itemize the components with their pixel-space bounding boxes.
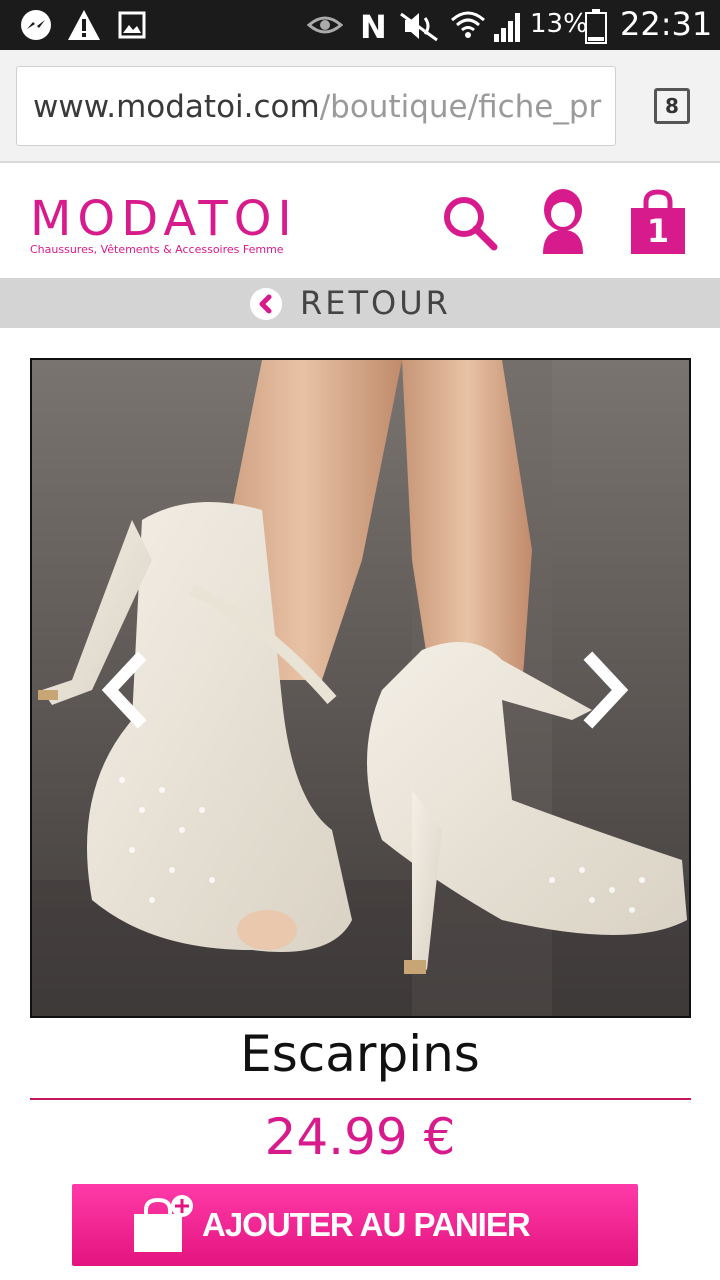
clock: 22:31: [620, 5, 713, 43]
product-image[interactable]: [30, 358, 691, 1018]
status-bar: N 13% 22:31: [0, 0, 720, 50]
site-header: MODATOI Chaussures, Vêtements & Accessoi…: [0, 165, 720, 278]
messenger-icon: [21, 10, 51, 40]
signal-icon: [494, 13, 520, 42]
add-to-cart-label: AJOUTER AU PANIER: [202, 1206, 531, 1243]
tab-switcher-button[interactable]: 8: [654, 88, 690, 124]
chevron-left-icon[interactable]: [250, 288, 282, 320]
nfc-icon: N: [360, 8, 387, 44]
title-divider: [30, 1098, 691, 1100]
site-tagline: Chaussures, Vêtements & Accessoires Femm…: [30, 243, 284, 256]
url-field[interactable]: www.modatoi.com/boutique/fiche_pr: [16, 66, 616, 146]
battery-percentage: 13%: [530, 9, 588, 39]
add-to-cart-bag-icon: [134, 1195, 193, 1252]
product-title: Escarpins: [240, 1025, 480, 1083]
svg-text:N: N: [360, 8, 387, 44]
site-logo[interactable]: MODATOI: [30, 195, 298, 243]
product-price: 24.99 €: [264, 1108, 456, 1166]
account-icon[interactable]: [535, 188, 591, 254]
eye-icon: [307, 16, 343, 34]
carousel-prev-arrow-icon[interactable]: [98, 650, 158, 730]
image-icon: [118, 11, 146, 39]
wifi-icon: [451, 11, 485, 38]
search-icon[interactable]: [440, 195, 500, 251]
back-button-label[interactable]: RETOUR: [300, 284, 451, 322]
mute-icon: [400, 12, 438, 42]
url-path: /boutique/fiche_pr: [319, 89, 602, 125]
warning-icon: [68, 10, 100, 40]
url-host: www.modatoi.com: [33, 89, 320, 125]
battery-icon: [585, 9, 607, 44]
cart-count-badge: 1: [646, 212, 670, 250]
carousel-next-arrow-icon[interactable]: [572, 650, 632, 730]
browser-toolbar: www.modatoi.com/boutique/fiche_pr 8: [0, 50, 720, 163]
add-to-cart-button[interactable]: AJOUTER AU PANIER: [72, 1184, 638, 1266]
